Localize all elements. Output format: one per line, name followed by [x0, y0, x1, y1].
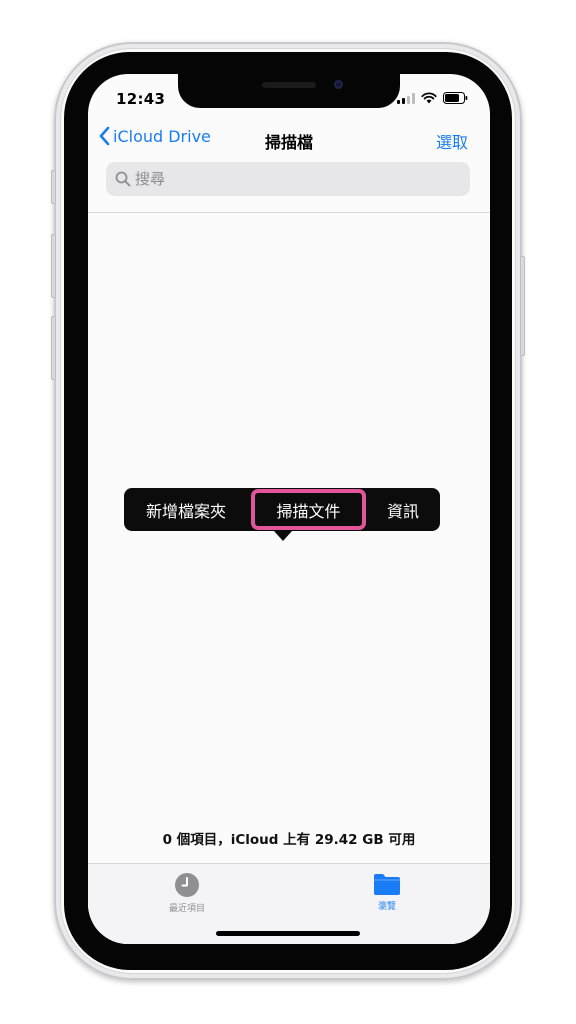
home-indicator [216, 931, 360, 936]
select-button[interactable]: 選取 [436, 129, 468, 153]
screen: 12:43 iCloud Drive 掃描檔 選取 搜尋 新增檔案夾 掃描文件 … [88, 74, 490, 944]
search-divider [88, 212, 490, 213]
tab-recents-label: 最近項目 [168, 904, 205, 914]
tab-browse[interactable]: 瀏覽 [347, 872, 427, 912]
menu-pointer-arrow [274, 531, 292, 541]
speaker-grille [262, 82, 316, 88]
wifi-icon [421, 92, 437, 104]
tab-recents[interactable]: 最近項目 [147, 872, 227, 914]
front-camera [334, 80, 343, 89]
status-icons [397, 92, 468, 104]
menu-item-label: 掃描文件 [276, 501, 341, 521]
volume-down-button [51, 316, 56, 380]
menu-item-info[interactable]: 資訊 [374, 488, 432, 531]
notch [178, 74, 400, 108]
folder-icon [374, 874, 400, 895]
page-title: 掃描檔 [264, 133, 313, 152]
search-input[interactable] [135, 170, 435, 188]
action-button [51, 170, 56, 204]
search-bar[interactable] [106, 162, 470, 196]
battery-icon [443, 92, 468, 104]
volume-up-button [51, 234, 56, 298]
menu-item-new-folder[interactable]: 新增檔案夾 [130, 488, 242, 531]
menu-item-label: 資訊 [386, 501, 419, 521]
status-time: 12:43 [116, 90, 166, 108]
cellular-signal-icon [397, 92, 415, 104]
search-icon [115, 171, 131, 187]
power-button [520, 256, 525, 356]
menu-item-label: 新增檔案夾 [145, 501, 226, 521]
tab-browse-label: 瀏覽 [377, 902, 396, 912]
menu-item-scan-documents[interactable]: 掃描文件 [255, 488, 362, 531]
storage-info: 0 個項目，iCloud 上有 29.42 GB 可用 [162, 832, 416, 848]
context-menu: 新增檔案夾 掃描文件 資訊 [124, 488, 440, 531]
clock-icon [175, 873, 199, 897]
